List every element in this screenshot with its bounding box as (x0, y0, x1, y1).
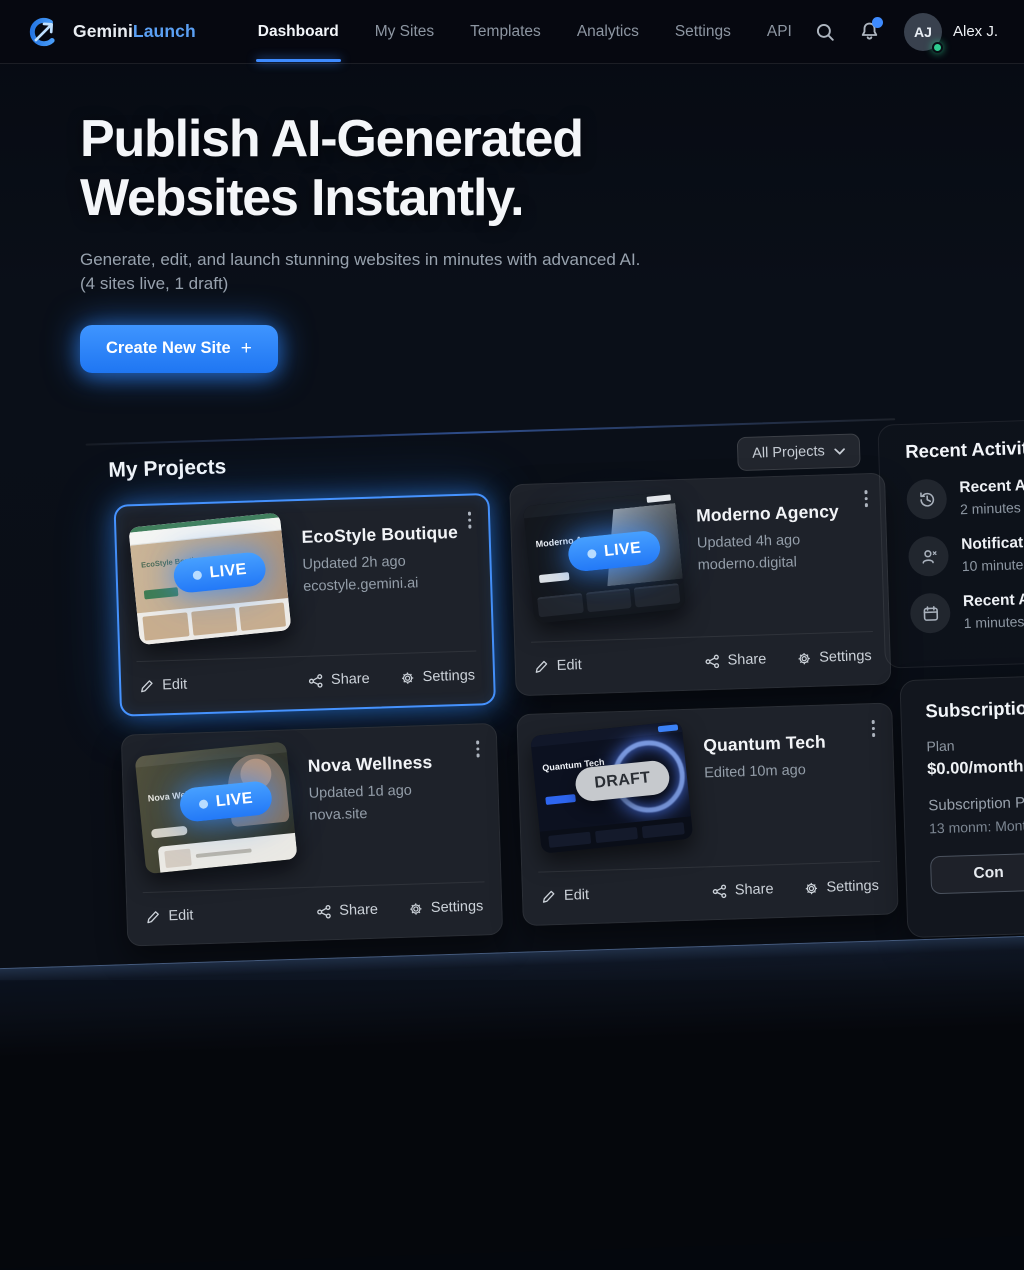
logo-icon (26, 14, 62, 50)
projects-heading: My Projects (108, 455, 227, 483)
nav-item-settings[interactable]: Settings (675, 0, 731, 64)
hero-section: Publish AI-Generated Websites Instantly.… (0, 64, 1024, 373)
share-button[interactable]: Share (306, 667, 372, 693)
project-updated: Updated 4h ago (697, 530, 862, 551)
page-title: Publish AI-Generated Websites Instantly. (80, 110, 1024, 228)
gear-icon (408, 901, 423, 916)
project-title: Moderno Agency (696, 500, 862, 526)
top-navbar: GeminiLaunch Dashboard My Sites Template… (0, 0, 1024, 64)
project-title: Quantum Tech (703, 730, 869, 756)
project-card-ecostyle[interactable]: EcoStyle Boutique LIVE EcoStyle Boutique… (114, 493, 496, 717)
hero-subtitle: Generate, edit, and launch stunning webs… (80, 248, 1024, 297)
subscription-configure-button[interactable]: Con (930, 849, 1024, 894)
gear-icon (803, 880, 818, 895)
calendar-icon (910, 593, 951, 634)
search-icon[interactable] (815, 22, 835, 42)
subscription-panel: Subscription Pl Plan $0.00/month Subscri… (899, 671, 1024, 938)
notification-dot (872, 17, 883, 28)
online-status-dot (932, 42, 943, 53)
activity-item[interactable]: Recent Activi 2 minutes ago (906, 471, 1024, 520)
user-name: Alex J. (953, 23, 998, 40)
avatar: AJ (904, 13, 942, 51)
activity-item[interactable]: Notifications 10 minutes a (908, 528, 1024, 577)
recent-activity-heading: Recent Activity (905, 432, 1024, 463)
subscription-line: Subscription Pla (928, 789, 1024, 815)
nav-item-dashboard[interactable]: Dashboard (258, 0, 339, 64)
user-menu[interactable]: AJ Alex J. (904, 13, 998, 51)
edit-button[interactable]: Edit (143, 903, 196, 929)
kebab-menu-icon[interactable] (463, 507, 475, 532)
share-button[interactable]: Share (314, 898, 380, 924)
pencil-icon (145, 909, 160, 924)
main-nav: Dashboard My Sites Templates Analytics S… (258, 0, 792, 64)
settings-button[interactable]: Settings (801, 874, 881, 900)
plan-price: $0.00/month (927, 752, 1024, 780)
share-icon (704, 653, 719, 668)
pencil-icon (139, 678, 154, 693)
edit-button[interactable]: Edit (531, 653, 584, 679)
create-new-site-button[interactable]: Create New Site+ (80, 325, 278, 373)
kebab-menu-icon[interactable] (860, 486, 872, 511)
share-button[interactable]: Share (702, 647, 768, 673)
all-projects-filter[interactable]: All Projects (737, 433, 861, 471)
subscription-heading: Subscription Pl (925, 692, 1024, 723)
settings-button[interactable]: Settings (397, 663, 477, 689)
project-url: moderno.digital (697, 552, 862, 573)
edit-button[interactable]: Edit (137, 673, 190, 699)
brand-logo[interactable]: GeminiLaunch (26, 14, 196, 50)
project-url: ecostyle.gemini.ai (303, 574, 466, 595)
kebab-menu-icon[interactable] (867, 716, 879, 741)
project-card-nova[interactable]: Nova Weliness LIVE Nova Wellness Updated… (121, 723, 503, 947)
recent-activity-panel: Recent Activity Recent Activi 2 minutes … (877, 415, 1024, 668)
project-updated: Edited 10m ago (704, 760, 869, 781)
plan-label: Plan (926, 730, 1024, 755)
gear-icon (796, 650, 811, 665)
subscription-subline: 13 monm: Montt (929, 812, 1024, 837)
edit-button[interactable]: Edit (539, 883, 592, 909)
project-card-moderno[interactable]: Moderno Agency LIVE Moderno Agency Updat… (509, 473, 891, 697)
notifications-bell-icon[interactable] (859, 21, 880, 42)
pencil-icon (541, 889, 556, 904)
project-card-quantum[interactable]: Quantum Tech DRAFT Quantum Tech Edited 1… (516, 702, 898, 926)
share-icon (308, 673, 323, 688)
brand-name: GeminiLaunch (73, 21, 196, 42)
chevron-down-icon (834, 447, 845, 454)
gear-icon (399, 670, 414, 685)
pencil-icon (534, 659, 549, 674)
share-button[interactable]: Share (709, 877, 775, 903)
settings-button[interactable]: Settings (406, 894, 486, 920)
project-title: EcoStyle Boutique (301, 522, 465, 548)
project-url: nova.site (309, 803, 474, 824)
settings-button[interactable]: Settings (794, 644, 874, 670)
plus-icon: + (241, 338, 252, 360)
project-updated: Updated 2h ago (302, 552, 465, 573)
projects-section: My Projects All Projects EcoStyle Boutiq… (0, 407, 1024, 1026)
nav-item-templates[interactable]: Templates (470, 0, 541, 64)
nav-item-analytics[interactable]: Analytics (577, 0, 639, 64)
project-updated: Updated 1d ago (308, 781, 473, 802)
share-icon (316, 904, 331, 919)
share-icon (712, 883, 727, 898)
nav-item-api[interactable]: API (767, 0, 792, 64)
user-icon (908, 536, 949, 577)
project-title: Nova Wellness (308, 751, 474, 777)
activity-item[interactable]: Recent Activ 1 minutes ag (910, 585, 1024, 634)
nav-item-my-sites[interactable]: My Sites (375, 0, 434, 64)
kebab-menu-icon[interactable] (471, 736, 483, 761)
history-icon (906, 479, 947, 520)
